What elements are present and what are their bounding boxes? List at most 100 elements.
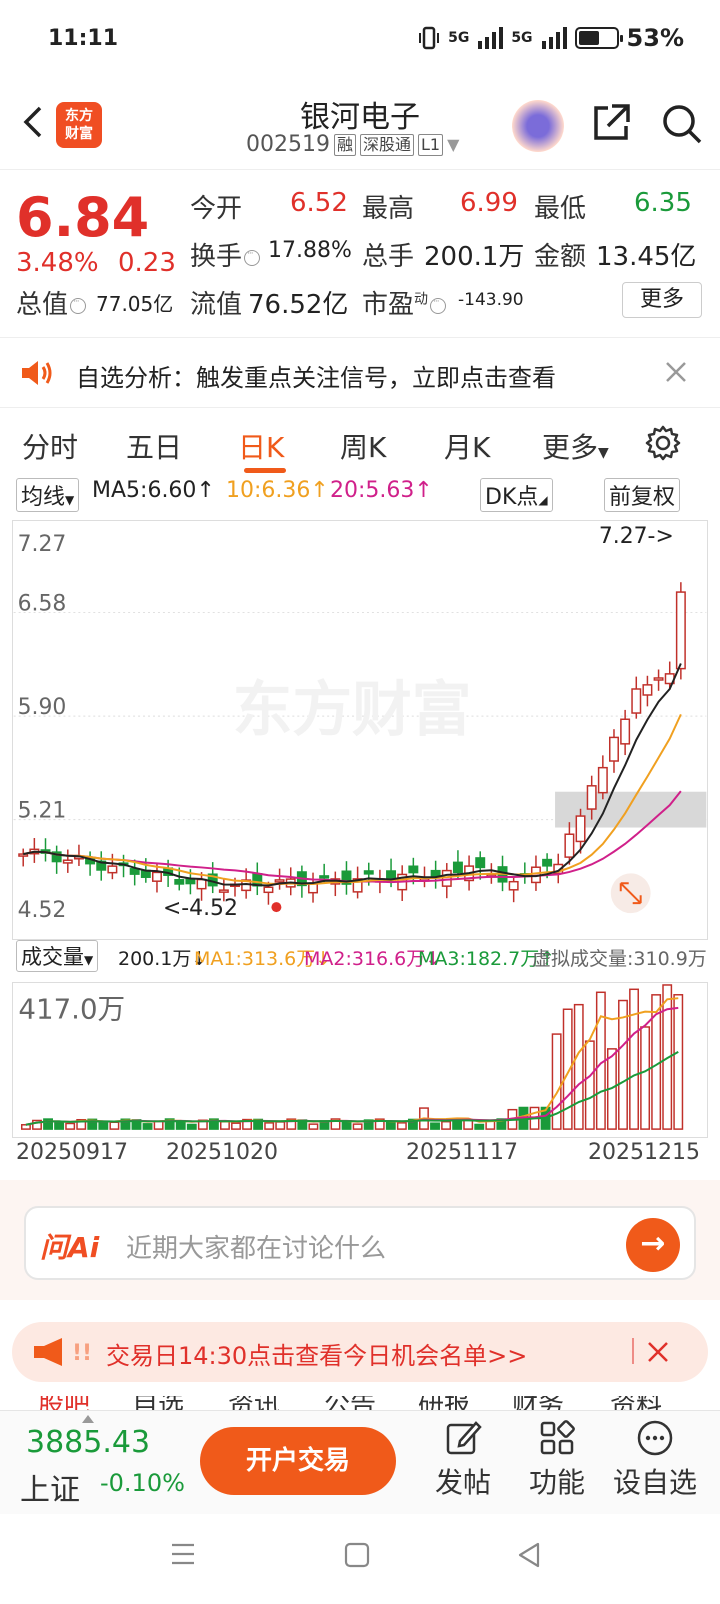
candle-body xyxy=(642,684,653,696)
megaphone-icon: !! xyxy=(34,1338,92,1366)
candle-body xyxy=(263,886,274,894)
stock-code-row[interactable]: 002519 融 深股通 L1 ▼ xyxy=(246,132,459,157)
functions-button[interactable]: 功能 xyxy=(512,1419,602,1501)
back-nav-icon[interactable] xyxy=(516,1542,542,1568)
opportunity-banner[interactable]: !! 交易日14:30点击查看今日机会名单>> xyxy=(12,1322,708,1382)
max-price-label: 7.27-> xyxy=(599,524,674,549)
virtual-volume: 虚拟成交量:310.9万 xyxy=(532,948,707,970)
tab-weekly-k[interactable]: 周K xyxy=(340,426,386,466)
index-pct: -0.10% xyxy=(100,1469,185,1497)
bottom-bar: 3885.43 上证 -0.10% 开户交易 发帖 功能 设自选 xyxy=(0,1410,720,1514)
volume-bar xyxy=(573,1003,584,1130)
volume-bar xyxy=(231,1122,241,1130)
tab-profile[interactable]: 资料 xyxy=(610,1396,662,1410)
open-account-button[interactable]: 开户交易 xyxy=(200,1427,396,1495)
volume-bar xyxy=(220,1120,230,1130)
status-bar: 11:11 5G 5G 53% xyxy=(0,0,720,80)
post-button[interactable]: 发帖 xyxy=(418,1419,508,1501)
settings-gear-icon[interactable] xyxy=(644,424,682,462)
tab-more[interactable]: 更多▼ xyxy=(542,426,609,466)
ai-placeholder: 近期大家都在讨论什么 xyxy=(126,1234,387,1264)
float-label: 流值 xyxy=(190,290,243,320)
close-icon[interactable] xyxy=(664,360,688,384)
active-tab-indicator xyxy=(244,468,286,473)
tab-guba[interactable]: 股吧 xyxy=(38,1396,90,1410)
ai-logo: 问Ai xyxy=(40,1231,100,1264)
more-button[interactable]: 更多 xyxy=(622,282,702,318)
ai-section: 问Ai 近期大家都在讨论什么 → xyxy=(0,1180,720,1300)
network-5g-1: 5G xyxy=(448,30,470,46)
tab-monthly-k[interactable]: 月K xyxy=(444,426,490,466)
candle-body xyxy=(107,865,118,874)
volume-bar xyxy=(275,1121,286,1130)
candle-body xyxy=(475,857,486,869)
volume-bar xyxy=(673,994,684,1130)
ma5-value: MA5:6.60↑ xyxy=(92,478,215,503)
dk-point-button[interactable]: DK点◢ xyxy=(480,478,553,512)
date-label-4: 20251215 xyxy=(588,1140,700,1165)
banner-text: 交易日14:30点击查看今日机会名单>> xyxy=(106,1342,528,1370)
tab-financials[interactable]: 财务 xyxy=(512,1396,564,1410)
notice-bar[interactable]: 自选分析：触发重点关注信号，立即点击查看 xyxy=(0,338,720,408)
min-price-label: <-4.52 xyxy=(163,896,238,921)
info-icon[interactable] xyxy=(430,297,447,314)
menu-icon[interactable] xyxy=(170,1542,196,1566)
status-time: 11:11 xyxy=(48,26,119,51)
tab-announcements[interactable]: 公告 xyxy=(324,1396,376,1410)
stock-code: 002519 xyxy=(246,132,330,157)
y-label-5: 4.52 xyxy=(18,898,67,923)
vibrate-icon xyxy=(419,26,440,50)
candle-body xyxy=(218,889,229,893)
volume-bar xyxy=(109,1121,120,1130)
candlestick-chart[interactable]: 东方财富 7.27 6.58 5.90 5.21 4.52 7.27-> <-4… xyxy=(12,520,708,940)
candle-body xyxy=(586,785,597,810)
ai-search-box[interactable]: 问Ai 近期大家都在讨论什么 → xyxy=(24,1206,696,1280)
tab-watchlist[interactable]: 自选 xyxy=(132,1396,184,1410)
volume-chart[interactable]: 417.0万 xyxy=(12,982,708,1138)
high-value: 6.99 xyxy=(460,188,518,218)
date-label-1: 20250917 xyxy=(16,1140,128,1165)
assistant-avatar-icon[interactable] xyxy=(512,100,564,152)
ma-dropdown[interactable]: 均线▼ xyxy=(16,478,80,512)
tab-reports[interactable]: 研报 xyxy=(418,1396,470,1410)
volume-bar xyxy=(308,1123,319,1130)
system-nav-bar xyxy=(0,1514,720,1604)
candle-body xyxy=(196,878,207,890)
info-icon[interactable] xyxy=(70,297,87,314)
candle-body xyxy=(609,736,619,762)
volume-bar xyxy=(618,999,628,1130)
tab-5day[interactable]: 五日 xyxy=(126,426,182,466)
volume-bar xyxy=(584,1040,595,1130)
amount-label: 金额 xyxy=(534,242,587,272)
signal-icon xyxy=(478,27,504,49)
candle-body xyxy=(452,861,463,873)
high-label: 最高 xyxy=(362,194,415,224)
tab-intraday[interactable]: 分时 xyxy=(22,426,78,466)
signal-icon-2 xyxy=(541,27,567,49)
volume-dropdown[interactable]: 成交量▼ xyxy=(16,940,99,972)
add-watchlist-button[interactable]: 设自选 xyxy=(610,1419,700,1501)
candle-body xyxy=(564,833,575,858)
candle-body xyxy=(575,815,586,843)
arrow-right-icon[interactable]: → xyxy=(626,1218,680,1272)
turnover-label: 换手 xyxy=(190,236,261,273)
edit-icon xyxy=(446,1421,482,1455)
volume-value: 200.1万 xyxy=(424,242,525,272)
tab-daily-k[interactable]: 日K xyxy=(238,426,284,466)
expand-icon[interactable] xyxy=(610,873,651,914)
volume-bar xyxy=(474,1123,485,1130)
adjust-button[interactable]: 前复权 xyxy=(604,478,681,512)
connect-tag: 深股通 xyxy=(360,133,415,156)
search-icon[interactable] xyxy=(660,102,704,146)
volume-bar xyxy=(142,1123,153,1130)
index-value[interactable]: 3885.43 xyxy=(26,1425,150,1460)
content-tabs: 股吧 自选 资讯 公告 研报 财务 资料 xyxy=(0,1396,720,1410)
battery-icon xyxy=(574,27,623,49)
info-icon[interactable] xyxy=(244,249,261,266)
close-icon[interactable] xyxy=(646,1340,670,1364)
tab-news[interactable]: 资讯 xyxy=(228,1396,280,1410)
home-icon[interactable] xyxy=(344,1542,370,1568)
svg-text:!!: !! xyxy=(72,1341,92,1366)
share-icon[interactable] xyxy=(590,102,632,144)
current-price: 6.84 xyxy=(16,186,150,249)
